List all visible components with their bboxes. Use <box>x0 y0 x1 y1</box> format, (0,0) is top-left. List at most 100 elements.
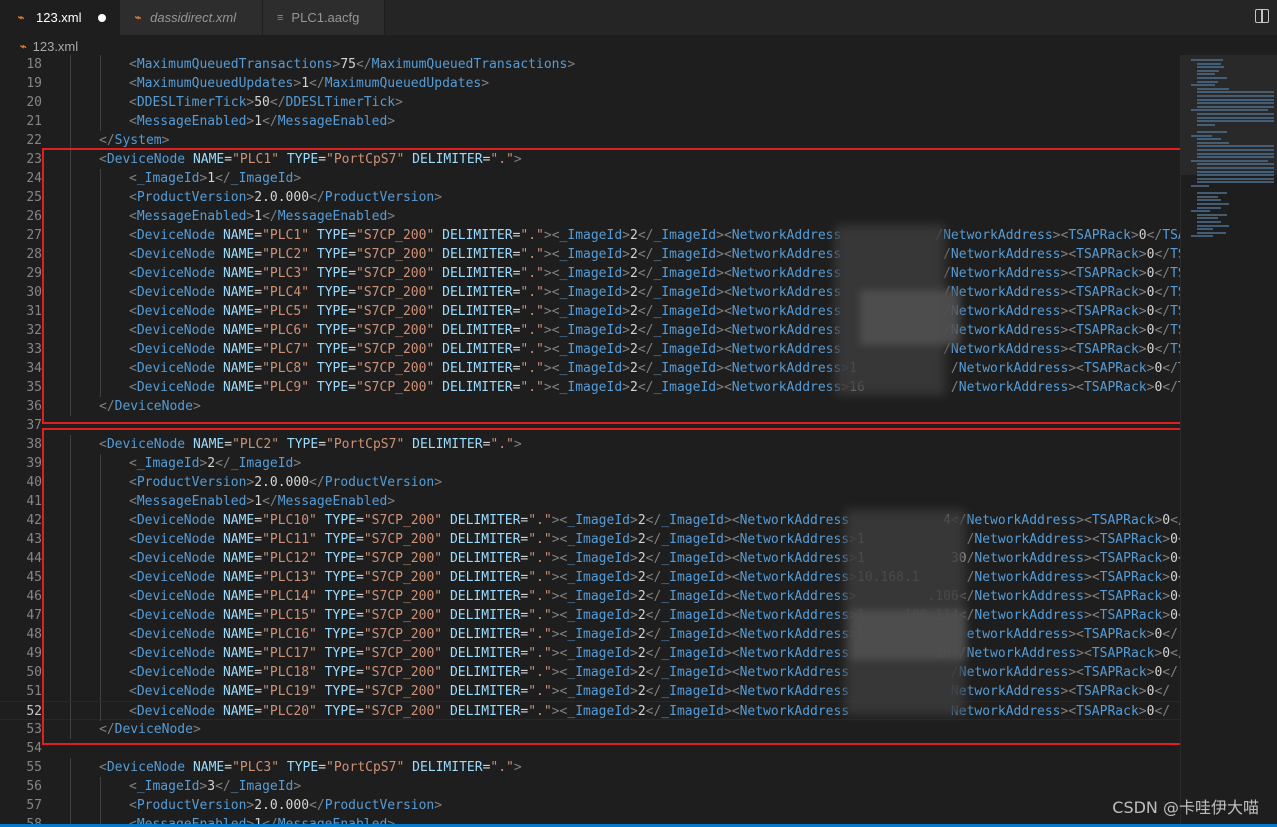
minimap-line <box>1197 181 1274 184</box>
code-line[interactable]: 20 <DDESLTimerTick>50</DDESLTimerTick> <box>0 93 1180 112</box>
code-line[interactable]: 19 <MaximumQueuedUpdates>1</MaximumQueued… <box>0 74 1180 93</box>
code-token: "." <box>490 760 514 775</box>
minimap-line <box>1197 105 1274 108</box>
minimap-line <box>1197 113 1274 115</box>
code-token: > <box>481 76 490 91</box>
minimap-line <box>1191 59 1223 61</box>
code-token: </ <box>309 76 325 91</box>
line-number: 26 <box>26 209 42 224</box>
code-token: </ <box>269 95 286 110</box>
code-line[interactable]: 18 <MaximumQueuedTransactions>75</Maximum… <box>0 55 1180 74</box>
line-number: 25 <box>26 190 42 205</box>
line-number: 39 <box>26 456 42 471</box>
highlight-box-plc2 <box>42 428 1180 745</box>
code-token: 50 <box>254 95 270 110</box>
code-line[interactable]: 57 <ProductVersion>2.0.000</ProductVersio… <box>0 796 1180 815</box>
minimap-line <box>1191 159 1268 162</box>
code-token: < <box>129 798 137 813</box>
code-token: = <box>224 760 233 775</box>
minimap-line <box>1197 120 1274 123</box>
rss-icon: ⌁ <box>20 40 27 53</box>
line-number: 27 <box>26 228 42 243</box>
code-token: > <box>387 114 396 129</box>
minimap-line <box>1197 177 1274 180</box>
code-token: DELIMITER <box>412 760 483 775</box>
minimap-line <box>1197 199 1221 202</box>
minimap[interactable] <box>1180 55 1277 827</box>
minimap-line <box>1197 95 1274 97</box>
indent-guide <box>100 55 101 74</box>
code-token: 2.0.000 <box>254 798 310 813</box>
indent-guide <box>70 112 71 131</box>
tab-2[interactable]: ≡ PLC1.aacfg <box>263 0 385 35</box>
code-token: < <box>129 114 137 129</box>
line-number: 20 <box>26 95 42 110</box>
code-token: > <box>513 760 522 775</box>
watermark: CSDN @卡哇伊大喵 <box>1112 798 1259 817</box>
minimap-line <box>1197 170 1274 173</box>
code-token: DeviceNode <box>106 760 186 775</box>
minimap-line <box>1191 235 1214 238</box>
code-text: <ProductVersion>2.0.000</ProductVersion> <box>129 796 442 815</box>
indent-guide <box>70 777 71 796</box>
code-token: < <box>129 779 137 794</box>
minimap-line <box>1197 77 1228 79</box>
code-token: = <box>318 760 327 775</box>
line-number: 44 <box>26 551 42 566</box>
code-text: <MaximumQueuedTransactions>75</MaximumQu… <box>129 55 575 74</box>
minimap-line <box>1197 80 1218 83</box>
unsaved-dot-icon[interactable] <box>97 13 106 22</box>
code-line[interactable]: 55 <DeviceNode NAME="PLC3" TYPE="PortCpS7… <box>0 758 1180 777</box>
minimap-line <box>1197 116 1274 119</box>
code-text: <_ImageId>3</_ImageId> <box>129 777 301 796</box>
code-line[interactable]: 56 <_ImageId>3</_ImageId> <box>0 777 1180 796</box>
split-editor-icon[interactable] <box>1255 9 1269 23</box>
minimap-line <box>1197 131 1228 133</box>
redaction-blur <box>860 290 960 345</box>
tab-1[interactable]: ⌁ dassidirect.xml <box>120 0 263 35</box>
line-number: 46 <box>26 589 42 604</box>
code-token: 1 <box>254 114 263 129</box>
minimap-line <box>1191 109 1268 112</box>
minimap-line <box>1197 149 1274 151</box>
code-token: 75 <box>340 57 356 72</box>
minimap-line <box>1197 203 1229 205</box>
tab-0[interactable]: ⌁ 123.xml <box>0 0 120 35</box>
line-number: 49 <box>26 646 42 661</box>
code-line[interactable]: 21 <MessageEnabled>1</MessageEnabled> <box>0 112 1180 131</box>
indent-guide <box>70 93 71 112</box>
indent-guide <box>100 796 101 815</box>
minimap-line <box>1197 66 1225 69</box>
line-number: 33 <box>26 342 42 357</box>
indent-guide <box>100 74 101 93</box>
line-number: 23 <box>26 152 42 167</box>
code-token: MessageEnabled <box>136 114 247 129</box>
line-number: 42 <box>26 513 42 528</box>
minimap-line <box>1191 134 1212 137</box>
tab-label: dassidirect.xml <box>150 10 237 25</box>
code-token: ProductVersion <box>324 798 435 813</box>
breadcrumb[interactable]: ⌁ 123.xml <box>0 35 1277 57</box>
minimap-line <box>1197 192 1228 195</box>
code-token: </ <box>355 57 372 72</box>
minimap-line <box>1197 217 1218 220</box>
code-token: > <box>395 95 403 110</box>
code-token: DDESLTimerTick <box>285 95 396 110</box>
minimap-line <box>1197 195 1218 198</box>
minimap-line <box>1197 213 1228 216</box>
minimap-line <box>1197 145 1274 148</box>
breadcrumb-file[interactable]: 123.xml <box>33 39 79 54</box>
line-number: 43 <box>26 532 42 547</box>
minimap-line <box>1197 206 1221 209</box>
line-number: 51 <box>26 684 42 699</box>
line-number: 55 <box>26 760 42 775</box>
code-editor[interactable]: 58 <MessageEnabled>1</MessageEnabled> 57 <P… <box>0 55 1180 827</box>
code-text: <DeviceNode NAME="PLC3" TYPE="PortCpS7" … <box>99 758 522 777</box>
line-number: 38 <box>26 437 42 452</box>
code-token: > <box>567 57 576 72</box>
minimap-line <box>1197 228 1213 231</box>
code-token: _ImageId <box>230 779 294 794</box>
line-number: 36 <box>26 399 42 414</box>
minimap-line <box>1197 174 1274 177</box>
